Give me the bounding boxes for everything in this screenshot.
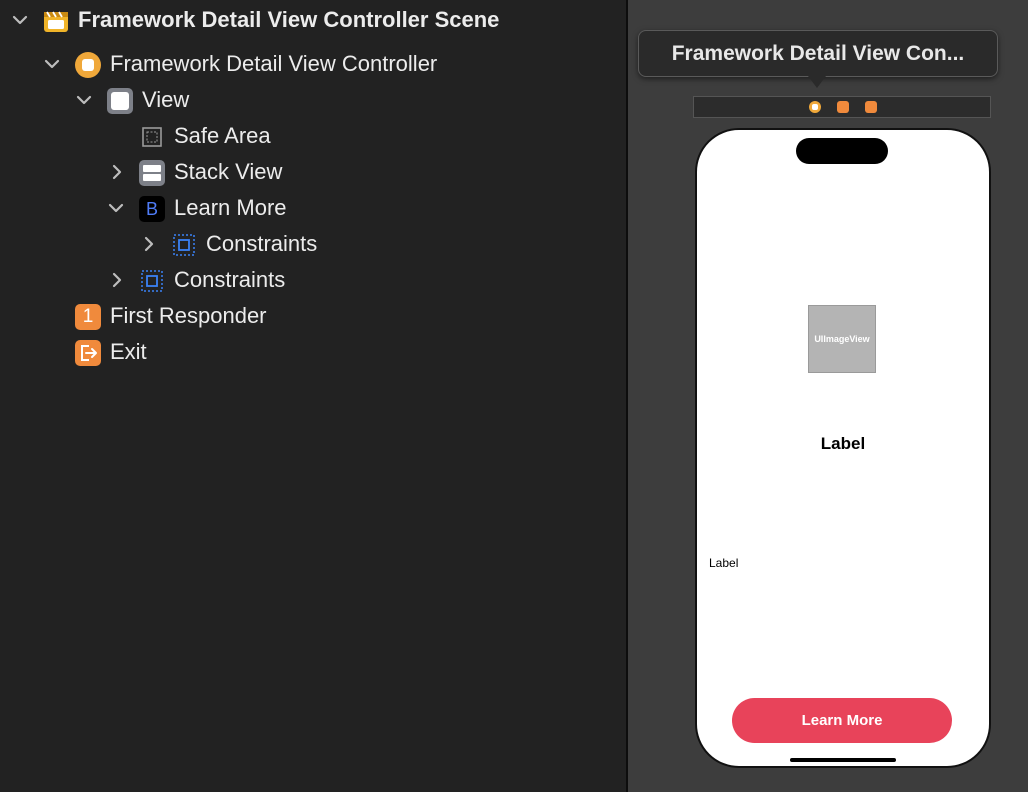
button-icon: B: [139, 196, 165, 222]
first-responder-icon: 1: [75, 304, 101, 330]
chevron-down-icon[interactable]: [10, 10, 30, 30]
outline-row-learn-more[interactable]: B Learn More: [0, 190, 626, 226]
scene-title-pointer: [808, 76, 826, 88]
chevron-down-icon[interactable]: [106, 198, 126, 218]
outline-row-constraints-button[interactable]: Constraints: [0, 226, 626, 262]
safe-area-icon: [139, 124, 165, 150]
outline-row-label: Framework Detail View Controller Scene: [78, 7, 500, 32]
chevron-right-icon[interactable]: [107, 270, 127, 290]
scene-icon: [43, 8, 69, 34]
exit-icon: [75, 340, 101, 366]
title-label[interactable]: Label: [697, 434, 989, 454]
first-responder-icon[interactable]: [837, 101, 849, 113]
chevron-right-icon[interactable]: [107, 162, 127, 182]
outline-row-scene[interactable]: Framework Detail View Controller Scene: [0, 2, 626, 38]
outline-row-first-responder[interactable]: 1 First Responder: [0, 298, 626, 334]
view-icon: [107, 88, 133, 114]
outline-row-constraints-view[interactable]: Constraints: [0, 262, 626, 298]
scene-title-bubble[interactable]: Framework Detail View Con...: [638, 30, 998, 77]
description-label[interactable]: Label: [709, 556, 738, 570]
outline-row-label: First Responder: [110, 303, 267, 328]
device-frame[interactable]: UIImageView Label Label Learn More: [695, 128, 991, 768]
constraints-icon: [139, 268, 165, 294]
constraints-icon: [171, 232, 197, 258]
outline-row-stack-view[interactable]: Stack View: [0, 154, 626, 190]
outline-row-label: Learn More: [174, 195, 287, 220]
home-indicator: [790, 758, 896, 762]
outline-row-label: Constraints: [174, 267, 286, 292]
outline-row-view[interactable]: View: [0, 82, 626, 118]
view-controller-icon: [75, 52, 101, 78]
chevron-down-icon[interactable]: [42, 54, 62, 74]
outline-row-safe-area[interactable]: Safe Area: [0, 118, 626, 154]
scene-dock[interactable]: [693, 96, 991, 118]
chevron-down-icon[interactable]: [74, 90, 94, 110]
document-outline: Framework Detail View Controller Scene F…: [0, 0, 626, 792]
image-view[interactable]: UIImageView: [808, 305, 876, 373]
outline-row-label: Framework Detail View Controller: [110, 51, 438, 76]
dynamic-island: [796, 138, 888, 164]
storyboard-canvas[interactable]: Framework Detail View Con... UIImageView…: [628, 0, 1028, 792]
outline-row-view-controller[interactable]: Framework Detail View Controller: [0, 46, 626, 82]
chevron-right-icon[interactable]: [139, 234, 159, 254]
outline-row-label: Safe Area: [174, 123, 271, 148]
outline-row-label: Exit: [110, 339, 147, 364]
outline-row-exit[interactable]: Exit: [0, 334, 626, 370]
outline-row-label: Constraints: [206, 231, 318, 256]
stack-view-icon: [139, 160, 165, 186]
view-controller-icon[interactable]: [809, 101, 821, 113]
outline-row-label: Stack View: [174, 159, 283, 184]
exit-icon[interactable]: [865, 101, 877, 113]
learn-more-button[interactable]: Learn More: [732, 698, 952, 743]
outline-row-label: View: [142, 87, 190, 112]
